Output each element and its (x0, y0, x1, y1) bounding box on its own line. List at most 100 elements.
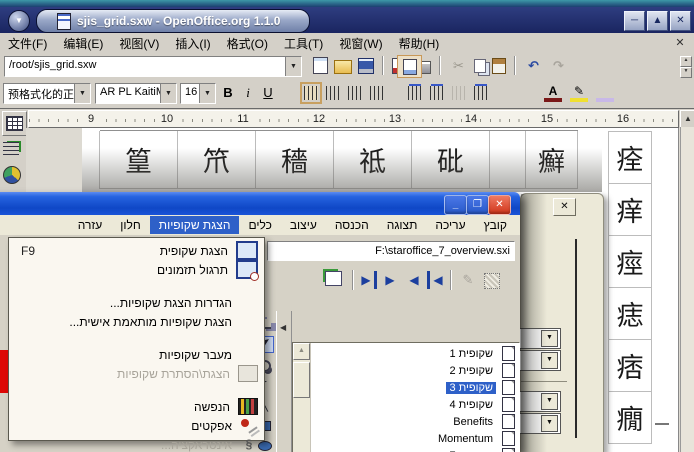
open-icon[interactable] (334, 60, 352, 74)
chevron-down-icon[interactable]: ▼ (74, 84, 90, 103)
menu-item[interactable]: עריכה (426, 216, 474, 234)
grid-cell[interactable]: 祗 (333, 131, 412, 189)
font-color-icon[interactable]: A (544, 84, 562, 102)
window-menu-button[interactable]: ▼ (8, 10, 30, 32)
list-item[interactable]: Benefits (315, 413, 515, 430)
list-item[interactable]: שקופית 2 (315, 362, 515, 379)
underline-icon[interactable]: U (258, 83, 278, 102)
next-slide-icon[interactable]: ▶ (379, 271, 401, 289)
menu-item[interactable]: הצגת\הסתרת שקופיות (11, 364, 262, 383)
menu-item[interactable]: עזרה (69, 216, 112, 234)
menu-item[interactable]: 工具(T) (276, 33, 331, 54)
scroll-up-icon[interactable]: ▲ (293, 343, 310, 360)
previous-slide-icon[interactable]: ◀ (403, 271, 425, 289)
indent-increase-icon[interactable] (474, 86, 488, 100)
panel-combobox[interactable]: ▼ (515, 391, 561, 412)
grid-cell[interactable]: 癬 (525, 131, 578, 189)
first-slide-icon[interactable]: ◀ (427, 271, 445, 289)
grid-cell[interactable] (489, 131, 526, 189)
vertical-scrollbar[interactable] (680, 127, 694, 452)
last-slide-icon[interactable]: ▶ (359, 271, 377, 289)
close-icon[interactable]: ✕ (670, 11, 691, 31)
pages-icon[interactable] (325, 271, 347, 289)
bullets-icon[interactable] (430, 86, 444, 100)
scrollbar-thumb[interactable] (293, 362, 310, 398)
menu-item[interactable]: חלון (111, 216, 150, 234)
redo-icon[interactable]: ↷ (549, 57, 568, 74)
menu-item[interactable]: 帮助(H) (391, 33, 448, 54)
list-item[interactable]: שקופית 4 (315, 396, 515, 413)
grid-cell[interactable]: 痣 (608, 287, 652, 340)
menu-item[interactable]: 视图(V) (111, 33, 167, 54)
menu-item[interactable]: § אינטראקציה... (11, 435, 262, 452)
menu-item[interactable]: 插入(I) (167, 33, 218, 54)
panel-combobox[interactable]: ▼ (515, 350, 561, 371)
grid-cell[interactable]: 痒 (608, 183, 652, 236)
cut-icon[interactable]: ✂ (449, 57, 468, 74)
undo-icon[interactable]: ↶ (524, 57, 543, 74)
menu-item[interactable]: הכנסה (326, 216, 378, 234)
horizontal-ruler[interactable]: 910111213141516 (28, 110, 679, 128)
grid-cell[interactable]: 笊 (177, 131, 256, 189)
chevron-down-icon[interactable]: ▼ (160, 84, 176, 103)
minimize-icon[interactable]: _ (444, 195, 467, 215)
menu-item[interactable]: הגדרות הצגת שקופיות... (11, 293, 262, 312)
close-icon[interactable]: ✕ (488, 195, 511, 215)
collapse-arrow-icon[interactable]: ◀ (280, 323, 286, 332)
grid-cell[interactable]: 痙 (608, 235, 652, 288)
save-icon[interactable] (358, 58, 374, 74)
edit-file-button[interactable] (397, 55, 422, 78)
grid-cell[interactable]: 痞 (608, 339, 652, 392)
chevron-down-icon[interactable]: ▼ (541, 393, 558, 410)
grid-cell[interactable]: 痊 (608, 131, 652, 184)
grid-cell[interactable]: 癇 (608, 391, 652, 444)
menu-item[interactable]: 格式(O) (219, 33, 276, 54)
bold-icon[interactable]: B (218, 83, 238, 102)
edit-pen-icon[interactable]: ✎ (457, 271, 479, 289)
toolbar-scroll-spinner[interactable]: ▲ ▼ (680, 56, 692, 75)
menu-item[interactable]: תרגול תזמונים (11, 260, 262, 279)
character-grid-row[interactable]: 篁笊穡祗砒癬 (100, 130, 578, 189)
close-icon[interactable]: ✕ (553, 198, 576, 216)
spin-down-icon[interactable]: ▼ (680, 67, 692, 78)
menu-item[interactable]: קובץ (475, 216, 516, 234)
slide-list-scrollbar[interactable]: ▲ (293, 343, 311, 452)
drag-mode-icon[interactable] (481, 271, 503, 289)
align-left-icon[interactable] (304, 86, 318, 100)
highlighting-icon[interactable]: ✎ (570, 84, 588, 102)
list-item[interactable]: שקופית 7 (315, 447, 515, 452)
paste-icon[interactable] (492, 58, 506, 74)
shade-icon[interactable]: ▲ (647, 11, 668, 31)
menu-item[interactable]: תצוגה (378, 216, 427, 234)
new-document-icon[interactable] (313, 57, 328, 74)
numbering-icon[interactable] (408, 86, 422, 100)
impress-titlebar[interactable] (0, 192, 520, 215)
list-item[interactable]: שקופית 1 (315, 345, 515, 362)
font-size-combobox[interactable]: 16 ▼ (180, 83, 216, 104)
menu-item[interactable]: 视窗(W) (331, 33, 390, 54)
list-item[interactable]: Momentum (315, 430, 515, 447)
align-center-icon[interactable] (326, 86, 340, 100)
restore-icon[interactable]: ❐ (466, 195, 489, 215)
insert-table-button[interactable] (2, 111, 27, 136)
pane-splitter[interactable]: ◀ (276, 311, 292, 452)
panel-combobox[interactable]: ▼ (515, 413, 561, 434)
minimize-icon[interactable]: ─ (624, 11, 645, 31)
document-path-field[interactable]: F:\staroffice_7_overview.sxi (267, 241, 515, 261)
grid-cell[interactable]: 篁 (99, 131, 178, 189)
menu-item[interactable]: הצגת שקופיות (150, 216, 240, 234)
italic-icon[interactable]: i (238, 83, 258, 102)
menu-item[interactable]: מעבר שקופיות (11, 345, 262, 364)
insert-frame-button[interactable] (3, 142, 23, 160)
menu-item[interactable]: הצגת שקופית F9 (11, 241, 262, 260)
font-name-combobox[interactable]: AR PL KaitiM ▼ (95, 83, 177, 104)
spin-up-icon[interactable]: ▲ (680, 56, 692, 67)
background-color-icon[interactable] (596, 84, 614, 102)
align-justify-icon[interactable] (370, 86, 384, 100)
indent-decrease-icon[interactable] (452, 86, 466, 100)
grid-cell[interactable]: 穡 (255, 131, 334, 189)
menu-item[interactable]: אפקטים (11, 416, 262, 435)
chevron-down-icon[interactable]: ▼ (199, 84, 215, 103)
close-document-icon[interactable]: ✕ (672, 35, 688, 51)
chevron-down-icon[interactable]: ▼ (541, 330, 558, 347)
